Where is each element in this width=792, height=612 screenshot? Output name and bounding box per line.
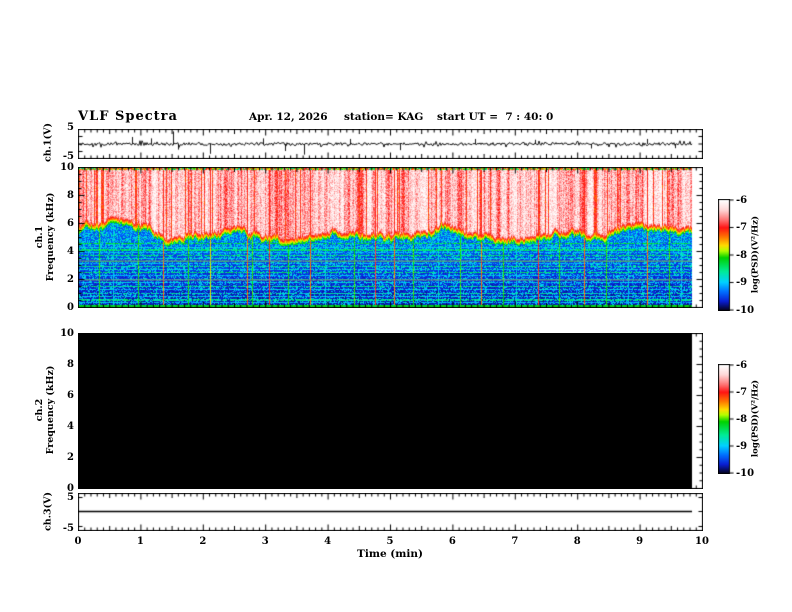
- ch1-spec-y-tick-label: 0: [67, 302, 74, 313]
- x-tick-label: 0: [74, 536, 82, 547]
- colorbar2-tick-label: -8: [736, 413, 748, 425]
- ch2-spectrogram-plot: [78, 333, 703, 489]
- colorbar1-tick-label: -9: [736, 277, 748, 288]
- ch1-label-line1: ch.1: [34, 225, 45, 249]
- colorbar1-tick-label: -7: [736, 222, 748, 233]
- colorbar2-tick-label: -6: [736, 359, 748, 371]
- station-label: station= KAG: [344, 111, 424, 123]
- ch1-spec-y-tick-label: 6: [67, 218, 74, 229]
- ch1-spec-y-tick-label: 4: [67, 246, 74, 257]
- page-title: VLF Spectra: [78, 109, 178, 124]
- ch2-spec-y-tick-label: 6: [67, 390, 74, 401]
- x-tick-label: 4: [324, 536, 332, 547]
- ch1-wave-y-tick-label: -5: [62, 151, 74, 162]
- start-ut-label: start UT = 7 : 40: 0: [437, 111, 554, 123]
- ch3-wave-y-tick-label: -5: [62, 523, 74, 534]
- x-tick-label: 7: [511, 536, 519, 547]
- ch1-spec-y-tick-label: 10: [60, 162, 74, 173]
- ch2-label-line1: ch.2: [34, 398, 45, 422]
- time-axis-label: Time (min): [357, 548, 423, 560]
- ch1-wave-y-tick-label: 5: [67, 122, 74, 133]
- colorbar2-tick-label: -10: [736, 467, 755, 479]
- ch2-spec-y-tick-label: 2: [67, 452, 74, 463]
- ch1-voltage-waveform-plot: [78, 129, 703, 159]
- ch2-label-line2: Frequency (kHz): [44, 365, 56, 455]
- colorbar1-tick-label: -8: [736, 249, 748, 261]
- ch3-voltage-waveform-plot: [78, 493, 703, 531]
- x-tick-label: 5: [386, 536, 394, 547]
- ch2-colorbar: [718, 364, 734, 474]
- x-tick-label: 1: [136, 536, 144, 547]
- x-tick-label: 8: [573, 536, 581, 547]
- ch1-spectrogram-plot: [78, 167, 703, 308]
- date-label: Apr. 12, 2026: [249, 111, 328, 123]
- x-tick-label: 2: [199, 536, 207, 547]
- colorbar2-tick-label: -7: [736, 386, 748, 398]
- x-tick-label: 6: [448, 536, 456, 547]
- x-tick-label: 10: [695, 536, 709, 547]
- ch1-colorbar: [718, 199, 734, 311]
- ch3-wave-y-tick-label: 5: [67, 492, 74, 503]
- ch1-spec-y-tick-label: 8: [67, 190, 74, 201]
- vlf-spectra-figure: VLF Spectra Apr. 12, 2026 station= KAG s…: [0, 0, 792, 612]
- colorbar2-tick-label: -9: [736, 440, 748, 452]
- ch1-spec-y-tick-label: 2: [67, 274, 74, 285]
- colorbar1-tick-label: -10: [736, 304, 755, 316]
- colorbar1-tick-label: -6: [736, 194, 748, 206]
- ch2-spec-y-tick-label: 10: [60, 328, 74, 339]
- ch2-spec-y-tick-label: 4: [67, 421, 74, 432]
- x-tick-label: 9: [636, 536, 644, 547]
- x-tick-label: 3: [261, 536, 269, 547]
- ch2-spec-y-tick-label: 8: [67, 359, 74, 370]
- ch1-label-line2: Frequency (kHz): [44, 192, 56, 282]
